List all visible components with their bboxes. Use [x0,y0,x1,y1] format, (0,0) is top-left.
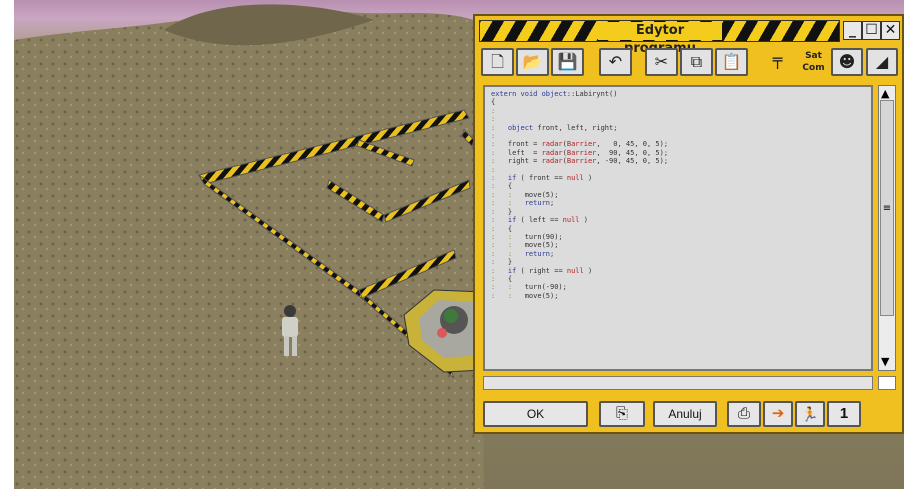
satcom-icon[interactable]: Sat Com [797,48,830,76]
horizontal-scrollbar[interactable] [483,376,873,390]
new-file-icon[interactable]: 🗋 [481,48,514,76]
code-line[interactable]: : : move(5); [491,241,871,249]
window-title: Edytor programu [598,22,722,56]
code-line[interactable]: : : move(5); [491,292,871,300]
code-line[interactable]: : { [491,275,871,283]
code-line[interactable]: : front = radar(Barrier, 0, 45, 0, 5); [491,140,871,148]
code-line[interactable]: : if ( left == null ) [491,216,871,224]
code-line[interactable]: : [491,115,871,123]
maximize-button[interactable]: ☐ [862,21,881,40]
save-disk-icon[interactable]: 💾 [551,48,584,76]
program-number-button[interactable]: 1 [827,401,861,427]
code-line[interactable]: { [491,98,871,106]
program-editor-window: Edytor programu _ ☐ ✕ 🗋 📂 💾 ↶ ✂ ⧉ 📋 ╤ Sa… [473,14,904,434]
minimize-button[interactable]: _ [843,21,862,40]
code-text[interactable]: extern void object::Labirynt(){::: objec… [485,87,871,300]
run-arrow-icon[interactable]: ➔ [763,401,793,427]
compile-icon[interactable]: ⎙ [727,401,761,427]
code-line[interactable]: : { [491,225,871,233]
code-editor[interactable]: extern void object::Labirynt(){::: objec… [483,85,873,371]
code-line[interactable]: : : turn(-90); [491,283,871,291]
step-walker-icon[interactable]: 🏃 [795,401,825,427]
code-line[interactable]: : : return; [491,199,871,207]
scroll-up-icon[interactable]: ▲ [881,88,889,99]
code-line[interactable]: extern void object::Labirynt() [491,90,871,98]
code-line[interactable]: : if ( front == null ) [491,174,871,182]
code-line[interactable]: : } [491,208,871,216]
code-line[interactable]: : left = radar(Barrier, 90, 45, 0, 5); [491,149,871,157]
undo-icon[interactable]: ↶ [599,48,632,76]
code-line[interactable]: : } [491,258,871,266]
paste-icon[interactable]: 📋 [715,48,748,76]
copy-icon[interactable]: ⧉ [680,48,713,76]
title-bar[interactable]: Edytor programu [479,20,840,56]
tool-signpost-icon[interactable]: ╤ [761,48,794,76]
clipboard-icon[interactable]: ⎘ [599,401,645,427]
code-line[interactable]: : : turn(90); [491,233,871,241]
code-line[interactable]: : right = radar(Barrier, -90, 45, 0, 5); [491,157,871,165]
close-button[interactable]: ✕ [881,21,900,40]
scroll-corner [878,376,896,390]
tank-icon[interactable]: ◢ [866,48,898,76]
code-line[interactable]: : [491,107,871,115]
ok-button[interactable]: OK [483,401,588,427]
code-line[interactable]: : object front, left, right; [491,124,871,132]
vertical-scrollbar[interactable]: ▲ ≡ ▼ [878,85,896,371]
code-line[interactable]: : [491,166,871,174]
code-line[interactable]: : : return; [491,250,871,258]
editor-toolbar: 🗋 📂 💾 ↶ ✂ ⧉ 📋 ╤ Sat Com ☻ ◢ [479,48,900,78]
scroll-down-icon[interactable]: ▼ [881,356,889,367]
cancel-button[interactable]: Anuluj [653,401,717,427]
scroll-thumb[interactable]: ≡ [880,100,894,316]
code-line[interactable]: : : move(5); [491,191,871,199]
code-line[interactable]: : [491,132,871,140]
open-folder-icon[interactable]: 📂 [516,48,549,76]
code-line[interactable]: : if ( right == null ) [491,267,871,275]
code-line[interactable]: : { [491,182,871,190]
cut-scissors-icon[interactable]: ✂ [645,48,678,76]
soldier-icon[interactable]: ☻ [831,48,863,76]
